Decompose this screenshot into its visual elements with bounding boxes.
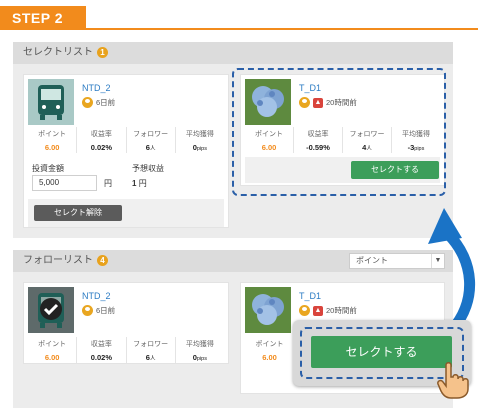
select-list-count-badge: 1: [97, 46, 108, 58]
stat-label: ポイント: [255, 341, 284, 348]
stat-label: ポイント: [38, 341, 67, 348]
stat-value: 0pips: [176, 353, 224, 362]
stat-average: 平均獲得 0pips: [176, 127, 224, 153]
stat-unit: 人: [149, 356, 156, 362]
step-label: STEP 2: [0, 6, 86, 30]
check-icon: [40, 298, 62, 320]
profit-unit: 円: [138, 179, 147, 188]
profit-label: 予想収益: [132, 164, 164, 173]
user-icon: [299, 305, 310, 316]
profit-value: 1 円: [132, 178, 147, 189]
stat-value: 0.02%: [90, 143, 113, 152]
follow-list-header: フォローリスト 4 ポイント ▼: [13, 250, 453, 272]
stat-unit: pips: [196, 356, 207, 362]
bus-icon: [28, 79, 74, 125]
profit-number: 1: [132, 179, 137, 188]
stat-return: 収益率 0.02%: [77, 337, 127, 363]
stat-followers: フォロワー 6人: [127, 127, 176, 153]
user-icon: [82, 305, 93, 316]
select-list-title: セレクトリスト: [23, 47, 93, 58]
stat-label: フォロワー: [133, 341, 169, 348]
stat-average: 平均獲得 0pips: [176, 337, 224, 363]
step-divider: [0, 28, 478, 30]
stat-label: 平均獲得: [185, 341, 214, 348]
stat-value: 6.00: [262, 353, 277, 362]
stat-value: 0pips: [176, 143, 224, 152]
deselect-button[interactable]: セレクト解除: [34, 205, 122, 221]
trader-name[interactable]: NTD_2: [82, 291, 111, 301]
stat-value: 0.02%: [90, 353, 113, 362]
follow-card-ntd2: NTD_2 6日前 ポイント 6.00 収益率 0.02% フォロワー 6人 平均獲得…: [23, 282, 229, 364]
bus-icon: [28, 287, 74, 333]
sort-select-value: ポイント: [356, 256, 388, 265]
stat-value: 6.00: [44, 353, 60, 362]
select-list-header: セレクトリスト 1: [13, 42, 453, 64]
trader-meta: 6日前: [82, 97, 115, 108]
follow-list-title: フォローリスト: [23, 255, 93, 266]
stat-followers: フォロワー 6人: [127, 337, 176, 363]
trader-time: 6日前: [96, 98, 116, 107]
thumbs-up-icon: ▲: [313, 305, 323, 316]
trader-meta: ▲ 20時間前: [299, 305, 357, 316]
stat-label: 収益率: [90, 341, 112, 348]
hydrangea-icon: [245, 287, 291, 333]
follow-list-count-badge: 4: [97, 254, 108, 266]
stat-unit: 人: [149, 146, 156, 152]
chevron-down-icon: ▼: [431, 254, 444, 268]
user-icon: [82, 97, 93, 108]
stat-label: フォロワー: [133, 131, 169, 138]
select-button-zoomed[interactable]: セレクトする: [311, 336, 452, 368]
stat-value: 6.00: [44, 143, 60, 152]
stat-label: 収益率: [90, 131, 112, 138]
stat-label: 平均獲得: [185, 131, 214, 138]
stat-value: 6人: [127, 353, 175, 362]
invest-amount-input[interactable]: 5,000: [32, 175, 97, 191]
invest-unit: 円: [104, 179, 112, 188]
stat-point: ポイント 6.00: [28, 127, 78, 153]
stat-unit: pips: [196, 146, 207, 152]
trader-name[interactable]: T_D1: [299, 291, 321, 301]
highlight-frame: [232, 68, 446, 196]
hand-pointer-icon: [437, 362, 469, 399]
invest-label: 投資金額: [32, 164, 64, 173]
trader-time: 6日前: [96, 306, 116, 315]
trader-stats: ポイント 6.00 収益率 0.02% フォロワー 6人 平均獲得 0pips: [28, 127, 224, 153]
trader-stats: ポイント 6.00 収益率 0.02% フォロワー 6人 平均獲得 0pips: [28, 337, 224, 363]
trader-name[interactable]: NTD_2: [82, 83, 111, 93]
stat-value: 6人: [127, 143, 175, 152]
select-card-ntd2: NTD_2 6日前 ポイント 6.00 収益率 0.02% フォロワー 6人 平均獲得…: [23, 74, 229, 228]
sort-select[interactable]: ポイント ▼: [349, 253, 445, 269]
stat-label: ポイント: [38, 131, 67, 138]
trader-meta: 6日前: [82, 305, 115, 316]
stat-return: 収益率 0.02%: [77, 127, 127, 153]
trader-stats: ポイント 6.00: [245, 337, 294, 363]
stat-point: ポイント 6.00: [28, 337, 78, 363]
trader-time: 20時間前: [326, 306, 357, 315]
stat-point: ポイント 6.00: [245, 337, 294, 363]
